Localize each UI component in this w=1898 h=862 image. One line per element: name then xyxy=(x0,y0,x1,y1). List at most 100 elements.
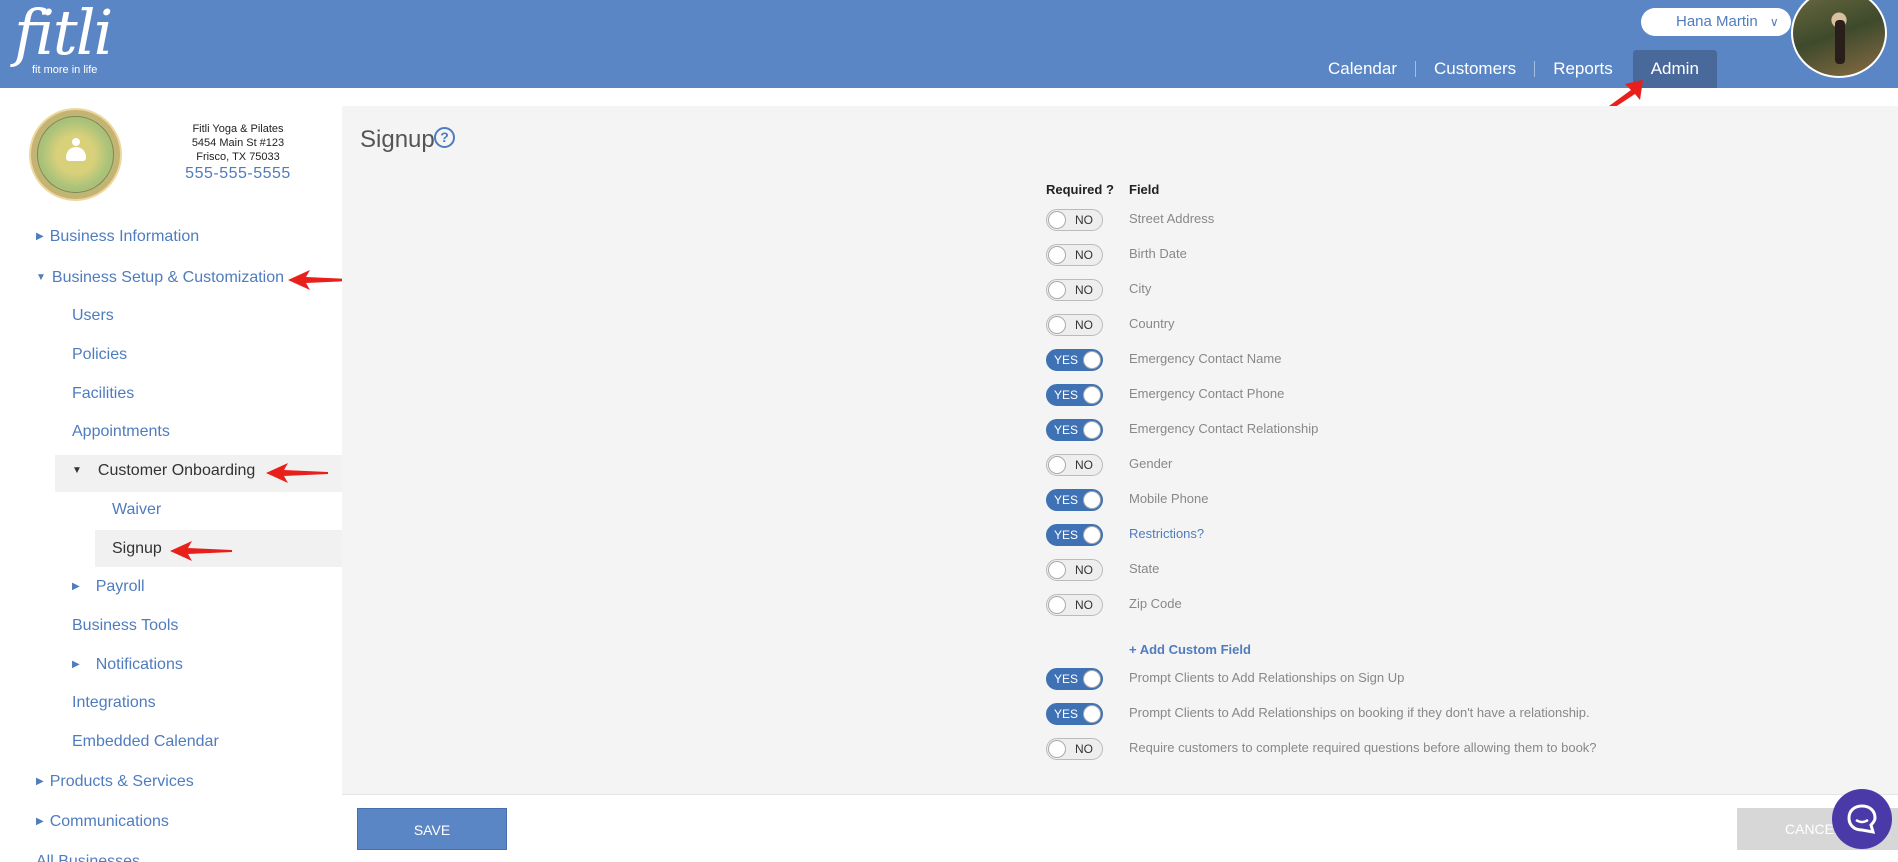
business-name: Fitli Yoga & Pilates xyxy=(192,123,284,135)
toggle-state-label: NO xyxy=(1075,598,1093,612)
toggle-knob xyxy=(1083,491,1101,509)
fields-row: NO Zip Code xyxy=(1046,594,1646,618)
fields-row: YES Emergency Contact Phone xyxy=(1046,384,1646,408)
caret-right-icon: ▶ xyxy=(72,659,80,670)
sidebar-item-users[interactable]: Users xyxy=(72,306,114,326)
annotation-arrow-icon xyxy=(266,463,328,483)
nav-customers[interactable]: Customers xyxy=(1416,50,1534,88)
nav-calendar[interactable]: Calendar xyxy=(1310,50,1415,88)
required-toggle[interactable]: YES xyxy=(1046,419,1103,441)
field-label: Mobile Phone xyxy=(1129,491,1209,506)
sidebar-item-appointments[interactable]: Appointments xyxy=(72,422,170,442)
business-address: Fitli Yoga & Pilates 5454 Main St #123 F… xyxy=(162,122,314,164)
required-toggle[interactable]: NO xyxy=(1046,279,1103,301)
toggle-state-label: NO xyxy=(1075,283,1093,297)
fields-row: NO City xyxy=(1046,279,1646,303)
toggle-knob xyxy=(1048,246,1066,264)
logo-tagline: fit more in life xyxy=(32,64,98,76)
required-toggle[interactable]: NO xyxy=(1046,594,1103,616)
toggle-knob xyxy=(1048,561,1066,579)
sidebar-item-policies[interactable]: Policies xyxy=(72,345,127,365)
save-button[interactable]: SAVE xyxy=(357,808,507,850)
toggle-state-label: NO xyxy=(1075,742,1093,756)
field-label: Prompt Clients to Add Relationships on S… xyxy=(1129,670,1405,685)
field-label: Zip Code xyxy=(1129,596,1182,611)
toggle-knob xyxy=(1083,526,1101,544)
chat-widget-button[interactable] xyxy=(1832,789,1892,849)
toggle-knob xyxy=(1083,386,1101,404)
toggle-state-label: YES xyxy=(1054,388,1079,402)
field-label: Gender xyxy=(1129,456,1173,471)
nav-admin[interactable]: Admin xyxy=(1632,50,1717,88)
sidebar-item-all-businesses[interactable]: All Businesses xyxy=(36,852,140,862)
toggle-knob xyxy=(1083,670,1101,688)
required-toggle[interactable]: NO xyxy=(1046,244,1103,266)
toggle-knob xyxy=(1048,596,1066,614)
sidebar-item-waiver[interactable]: Waiver xyxy=(112,500,161,520)
sidebar-item-signup[interactable]: Signup xyxy=(112,539,162,559)
add-custom-field-link[interactable]: + Add Custom Field xyxy=(1129,642,1251,657)
sidebar-item-business-tools[interactable]: Business Tools xyxy=(72,616,178,636)
required-toggle[interactable]: YES xyxy=(1046,524,1103,546)
fields-row: NO Country xyxy=(1046,314,1646,338)
toggle-state-label: YES xyxy=(1054,493,1079,507)
user-menu[interactable]: Hana Martin ∨ xyxy=(1641,8,1791,36)
field-label: Emergency Contact Relationship xyxy=(1129,421,1319,436)
sidebar-item-communications[interactable]: ▶ Communications xyxy=(36,812,169,832)
fields-row: NO Birth Date xyxy=(1046,244,1646,268)
sidebar-item-integrations[interactable]: Integrations xyxy=(72,693,156,713)
logo-wordmark: fitli xyxy=(14,0,113,69)
required-toggle[interactable]: NO xyxy=(1046,454,1103,476)
sidebar-item-label: Notifications xyxy=(95,656,183,673)
help-icon[interactable]: ? xyxy=(434,127,455,148)
required-toggle[interactable]: YES xyxy=(1046,489,1103,511)
fields-row: YES Emergency Contact Relationship xyxy=(1046,419,1646,443)
toggle-state-label: NO xyxy=(1075,563,1093,577)
required-toggle[interactable]: NO xyxy=(1046,209,1103,231)
required-toggle[interactable]: NO xyxy=(1046,314,1103,336)
field-label: State xyxy=(1129,561,1160,576)
options-row: YES Prompt Clients to Add Relationships o… xyxy=(1046,668,1646,692)
required-toggle[interactable]: NO xyxy=(1046,738,1103,760)
top-header: fitli fit more in life Hana Martin ∨ Cal… xyxy=(0,0,1898,88)
annotation-arrow-icon xyxy=(170,541,232,561)
sidebar-item-label: Products & Services xyxy=(49,773,194,790)
toggle-state-label: YES xyxy=(1054,528,1079,542)
field-label: Country xyxy=(1129,316,1175,331)
sidebar-item-customer-onboarding[interactable]: ▼ Customer Onboarding xyxy=(72,461,255,481)
required-toggle[interactable]: NO xyxy=(1046,559,1103,581)
business-phone[interactable]: 555-555-5555 xyxy=(162,165,314,183)
sidebar-item-embedded-calendar[interactable]: Embedded Calendar xyxy=(72,732,219,752)
sidebar-item-facilities[interactable]: Facilities xyxy=(72,384,134,404)
sidebar-item-products-services[interactable]: ▶ Products & Services xyxy=(36,772,194,792)
caret-right-icon: ▶ xyxy=(36,816,44,827)
field-label: City xyxy=(1129,281,1152,296)
sidebar-item-notifications[interactable]: ▶ Notifications xyxy=(72,655,183,675)
toggle-state-label: YES xyxy=(1054,707,1079,721)
sidebar-item-business-setup[interactable]: ▼ Business Setup & Customization xyxy=(36,268,284,288)
sidebar-item-label: Communications xyxy=(49,813,169,830)
avatar[interactable] xyxy=(1791,0,1887,78)
toggle-knob xyxy=(1048,281,1066,299)
fields-row: YES Mobile Phone xyxy=(1046,489,1646,513)
toggle-knob xyxy=(1083,705,1101,723)
main-nav: Calendar Customers Reports Admin xyxy=(1310,50,1717,88)
field-label: Prompt Clients to Add Relationships on b… xyxy=(1129,705,1590,720)
fitli-logo[interactable]: fitli fit more in life xyxy=(14,0,113,77)
fields-row: NO Gender xyxy=(1046,454,1646,478)
toggle-state-label: YES xyxy=(1054,423,1079,437)
toggle-state-label: NO xyxy=(1075,248,1093,262)
required-toggle[interactable]: YES xyxy=(1046,703,1103,725)
toggle-state-label: YES xyxy=(1054,672,1079,686)
toggle-state-label: NO xyxy=(1075,458,1093,472)
required-toggle[interactable]: YES xyxy=(1046,349,1103,371)
required-toggle[interactable]: YES xyxy=(1046,384,1103,406)
caret-down-icon: ▼ xyxy=(36,272,46,283)
sidebar-item-business-information[interactable]: ▶ Business Information xyxy=(36,227,199,247)
sidebar-item-payroll[interactable]: ▶ Payroll xyxy=(72,577,145,597)
fields-row: YES Emergency Contact Name xyxy=(1046,349,1646,373)
field-label[interactable]: Restrictions? xyxy=(1129,526,1204,541)
fields-row: NO State xyxy=(1046,559,1646,583)
required-toggle[interactable]: YES xyxy=(1046,668,1103,690)
chat-bubble-icon xyxy=(1847,804,1877,834)
